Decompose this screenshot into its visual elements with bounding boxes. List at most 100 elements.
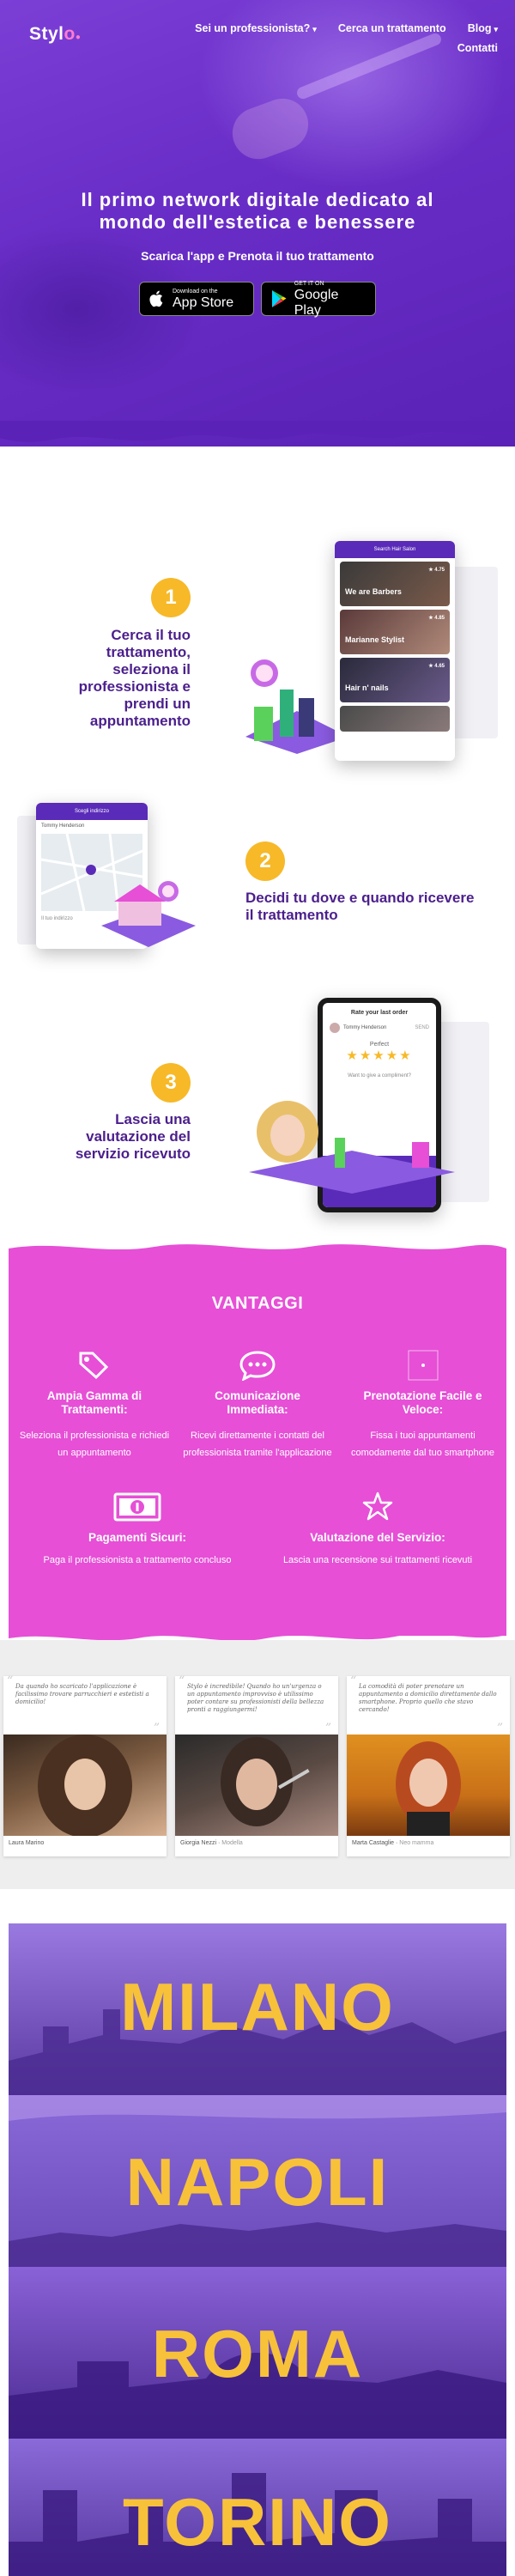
star-icon: [266, 1490, 489, 1524]
app-store-small: Download on the: [173, 288, 218, 295]
feature-desc-line: un appuntamento: [58, 1448, 131, 1458]
rating-title: Rate your last order: [350, 1010, 409, 1016]
testimonial-photo: [175, 1735, 338, 1836]
google-play-button[interactable]: GET IT ON Google Play: [261, 280, 376, 318]
nav-item-cerca[interactable]: Cerca un trattamento: [338, 19, 446, 38]
city-banner-napoli[interactable]: NAPOLI: [9, 2095, 506, 2267]
avatar: [330, 1023, 340, 1033]
testimonial-card: “ La comodità di poter prenotare un appu…: [347, 1674, 510, 1856]
author-name: Giorgia Nezzi: [180, 1840, 217, 1846]
city-name: NAPOLI: [125, 2144, 390, 2220]
isometric-city-illustration: [245, 651, 348, 754]
quote-open-icon: “: [350, 1674, 357, 1688]
step-text-line: Decidi tu dove e quando ricevere: [245, 890, 475, 906]
step-text-line: valutazione del: [86, 1128, 191, 1145]
step-text-line: seleziona il: [112, 661, 191, 677]
city-banner-roma[interactable]: ROMA: [9, 2267, 506, 2439]
salon-rating: ★ 4.65: [428, 664, 445, 669]
google-play-big: Google Play: [294, 287, 339, 318]
apple-icon: [147, 289, 167, 309]
rating-user-row: Tommy Henderson SEND: [323, 1016, 436, 1036]
phone-search-bar: Search Hair Salon: [335, 541, 455, 558]
step-text-line: Lascia una: [115, 1111, 191, 1127]
feature-pagamenti: Pagamenti Sicuri: Paga il professionista…: [26, 1490, 249, 1569]
city-banner-torino[interactable]: TORINO: [9, 2439, 506, 2576]
testimonial-photo: [3, 1735, 167, 1838]
google-play-icon: [269, 289, 289, 309]
feature-title: Valutazione del Servizio:: [310, 1531, 445, 1544]
app-store-big: App Store: [173, 295, 234, 310]
city-name: MILANO: [120, 1969, 395, 2044]
rating-prompt: Want to give a compliment?: [348, 1073, 411, 1078]
step-text-line: appuntamento: [89, 713, 191, 729]
feature-title: Pagamenti Sicuri:: [88, 1531, 187, 1544]
nav-label: Blog: [467, 22, 492, 34]
testimonial-text: La comodità di poter prenotare un appunt…: [359, 1683, 497, 1713]
chevron-down-icon: ▾: [494, 25, 498, 33]
quote-close-icon: ”: [496, 1722, 503, 1735]
author-name: Laura Marino: [9, 1840, 45, 1846]
step-2-text: Decidi tu dove e quando ricevere il trat…: [245, 890, 503, 924]
salon-card: Hair n' nails ★ 4.65: [340, 658, 450, 702]
salon-rating: ★ 4.75: [428, 568, 445, 573]
step-1-badge: 1: [151, 578, 191, 617]
testimonial-quote: “ La comodità di poter prenotare un appu…: [347, 1674, 510, 1735]
nav-item-professionisti[interactable]: Sei un professionista? ▾: [195, 19, 317, 39]
salon-card: Marianne Stylist ★ 4.85: [340, 610, 450, 654]
logo-text: Styl: [29, 24, 64, 44]
feature-title: Veloce:: [402, 1403, 444, 1416]
feature-desc: Paga il professionista a trattamento con…: [43, 1555, 232, 1565]
city-name: TORINO: [123, 2484, 392, 2560]
feature-desc-line: Fissa i tuoi appuntamenti: [370, 1431, 476, 1441]
chat-icon: [180, 1348, 335, 1382]
author-role: Neo mamma: [399, 1840, 434, 1846]
feature-title: Immediata:: [227, 1403, 288, 1416]
quote-close-icon: ”: [324, 1722, 331, 1735]
tags-icon: [17, 1348, 172, 1382]
step-1-text: Cerca il tuo trattamento, seleziona il p…: [52, 627, 191, 730]
salon-title: Hair n' nails: [345, 683, 389, 692]
step-text-line: prendi un: [124, 696, 191, 712]
phone-map-bar: Scegli indirizzo: [36, 803, 148, 820]
feature-desc: Seleziona il professionista e richiedi u…: [17, 1427, 172, 1461]
phone-map-user: Tommy Henderson: [41, 823, 85, 829]
rating-badge: SEND: [415, 1025, 429, 1030]
feature-title: Ampia Gamma di: [46, 1389, 142, 1402]
chevron-down-icon: ▾: [312, 25, 317, 33]
nav-item-blog[interactable]: Blog ▾: [468, 19, 498, 39]
salon-card: [340, 706, 450, 732]
feature-desc: Ricevi direttamente i contatti del profe…: [180, 1427, 335, 1461]
feature-desc: Lascia una recensione sui trattamenti ri…: [282, 1555, 473, 1565]
quote-open-icon: “: [179, 1674, 185, 1688]
app-store-button[interactable]: Download on the App Store: [139, 282, 254, 316]
hero-section: Stylo● Sei un professionista? ▾ Cerca un …: [0, 0, 515, 447]
nav-item-contatti[interactable]: Contatti: [457, 39, 498, 58]
testimonial-card: “ Stylo è incredibile! Quando ho un'urge…: [175, 1674, 338, 1856]
testimonial-author: Laura Marino: [3, 1836, 167, 1850]
city-name: ROMA: [151, 2316, 364, 2391]
feature-desc-line: Ricevi direttamente i contatti del: [191, 1431, 324, 1441]
quote-close-icon: ”: [153, 1722, 160, 1735]
feature-prenotazione: Prenotazione Facile e Veloce: Fissa i tu…: [343, 1348, 502, 1461]
isometric-woman-illustration: [249, 1091, 455, 1194]
step-3-text: Lascia una valutazione del servizio rice…: [34, 1111, 191, 1163]
google-play-small: GET IT ON: [294, 280, 324, 287]
step-2-badge: 2: [245, 841, 285, 881]
hero-subtitle: Scarica l'app e Prenota il tuo trattamen…: [141, 249, 374, 263]
testimonial-author: Marta Castaglie · Neo mamma: [352, 1840, 434, 1846]
hero-title-line: mondo dell'estetica e benessere: [99, 211, 416, 233]
feature-valutazione: Valutazione del Servizio: Lascia una rec…: [266, 1490, 489, 1569]
city-banner-milano[interactable]: MILANO: [9, 1923, 506, 2095]
rating-label: Perfect: [369, 1042, 390, 1048]
quote-open-icon: “: [7, 1674, 14, 1688]
step-text-line: professionista e: [78, 678, 191, 695]
hero-wave: [0, 421, 515, 442]
step-text-line: servizio ricevuto: [75, 1145, 191, 1162]
logo[interactable]: Stylo●: [29, 24, 81, 45]
feature-desc-line: professionista tramite l'applicazione: [183, 1448, 332, 1458]
main-nav: Sei un professionista? ▾ Cerca un trattam…: [172, 19, 498, 58]
vantaggi-section: VANTAGGI Ampia Gamma di Trattamenti: Sel…: [9, 1249, 506, 1636]
rating-stars[interactable]: ★★★★★: [323, 1048, 436, 1063]
nav-label: Sei un professionista?: [195, 22, 311, 34]
feature-title: Comunicazione: [215, 1389, 300, 1402]
